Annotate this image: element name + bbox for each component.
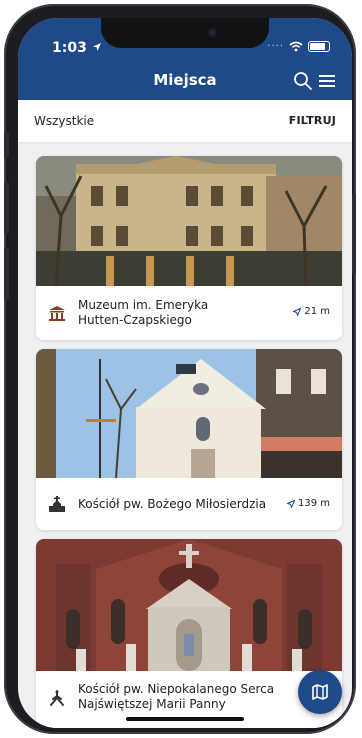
navigation-arrow-icon	[293, 307, 302, 316]
church-icon	[49, 496, 65, 512]
hamburger-menu-icon[interactable]	[316, 70, 338, 92]
place-name-line2: Najświętszej Marii Panny	[78, 697, 226, 711]
volume-down-button	[4, 248, 9, 300]
place-card[interactable]: Muzeum im. Emeryka Hutten-Czapskiego 21 …	[36, 156, 342, 340]
place-name-line1: Kościół pw. Niepokalanego Serca	[78, 682, 275, 696]
search-icon[interactable]	[292, 70, 314, 92]
place-name: Kościół pw. Bożego Miłosierdzia	[78, 497, 267, 511]
app-header: 1:03 ···· Miejsca	[18, 18, 352, 100]
museum-icon	[49, 306, 65, 321]
map-view-button[interactable]	[298, 670, 342, 714]
place-name-line2: Hutten-Czapskiego	[78, 313, 192, 327]
distance-label: 139 m	[286, 498, 330, 509]
wifi-icon	[289, 41, 303, 52]
filter-bar: Wszystkie FILTRUJ	[18, 100, 352, 142]
place-photo	[36, 156, 342, 286]
signal-dots-icon: ····	[267, 41, 284, 52]
place-photo	[36, 349, 342, 478]
distance-value: 21 m	[304, 306, 330, 317]
location-arrow-icon	[92, 43, 101, 51]
distance-value: 139 m	[297, 498, 330, 509]
home-indicator[interactable]	[126, 717, 244, 721]
place-info: Kościół pw. Bożego Miłosierdzia 139 m	[36, 478, 342, 530]
place-info: Muzeum im. Emeryka Hutten-Czapskiego 21 …	[36, 286, 342, 340]
place-photo	[36, 539, 342, 671]
status-time: 1:03	[52, 40, 102, 56]
mute-switch	[4, 132, 9, 158]
place-name-line1: Muzeum im. Emeryka	[78, 298, 209, 312]
place-name: Muzeum im. Emeryka Hutten-Czapskiego	[78, 298, 208, 328]
battery-icon	[308, 41, 330, 52]
volume-up-button	[4, 182, 9, 234]
place-card[interactable]: Kościół pw. Bożego Miłosierdzia 139 m	[36, 349, 342, 530]
map-icon	[312, 684, 328, 700]
status-time-text: 1:03	[52, 40, 87, 56]
notch	[101, 18, 269, 48]
filter-button[interactable]: FILTRUJ	[289, 114, 336, 127]
phone-frame: 1:03 ···· Miejsca Wszystkie FILTRUJ Muze…	[4, 4, 356, 734]
place-card[interactable]: Kościół pw. Niepokalanego Serca Najświęt…	[36, 539, 342, 728]
place-name: Kościół pw. Niepokalanego Serca Najświęt…	[78, 682, 274, 712]
screen: 1:03 ···· Miejsca Wszystkie FILTRUJ Muze…	[18, 18, 352, 728]
camera-icon	[208, 28, 217, 37]
category-selector[interactable]: Wszystkie	[34, 114, 94, 128]
navigation-arrow-icon	[286, 499, 295, 508]
monument-icon	[50, 690, 64, 706]
distance-label: 21 m	[293, 306, 330, 317]
status-icons: ····	[267, 41, 330, 52]
